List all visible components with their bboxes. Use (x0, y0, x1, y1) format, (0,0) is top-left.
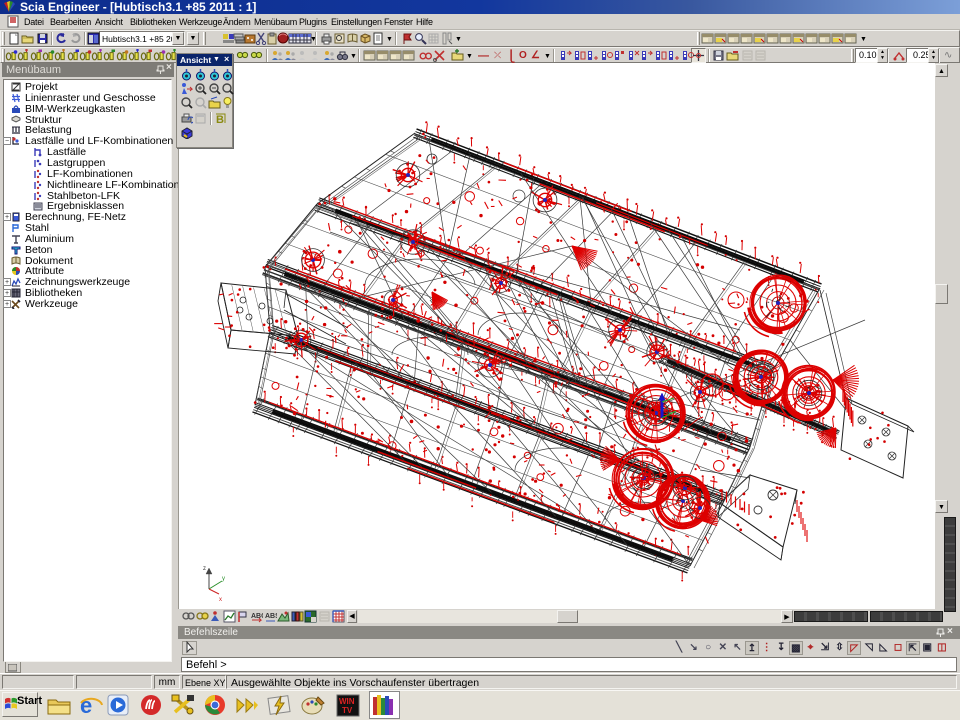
svg-text:B: B (216, 114, 224, 125)
svg-text:y: y (222, 576, 225, 582)
svg-text:WIN: WIN (339, 697, 355, 706)
svg-text:x: x (219, 597, 222, 603)
svg-text:ABS: ABS (265, 613, 277, 620)
svg-text:TV: TV (342, 706, 353, 715)
svg-text:e: e (80, 693, 92, 718)
svg-text:ABC: ABC (251, 613, 263, 620)
svg-text:z: z (203, 566, 206, 572)
